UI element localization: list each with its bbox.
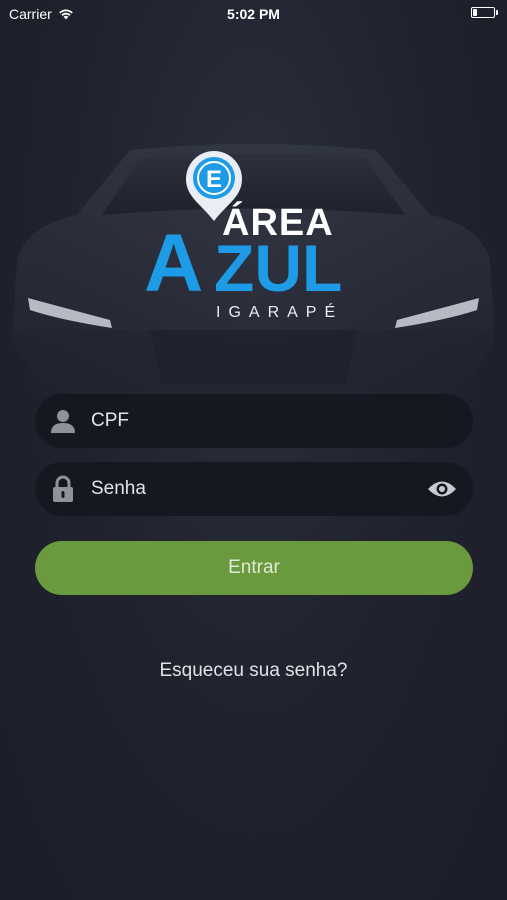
- login-button[interactable]: Entrar: [35, 541, 473, 595]
- logo-line3: IGARAPÉ: [216, 302, 343, 321]
- cpf-field[interactable]: [35, 394, 473, 448]
- logo-marker-letter: E: [206, 166, 222, 193]
- password-input[interactable]: [91, 462, 425, 516]
- area-azul-logo: E ÁREA A ZUL IGARAPÉ: [144, 151, 343, 321]
- battery-icon: [471, 7, 498, 18]
- cpf-input[interactable]: [91, 394, 473, 448]
- forgot-password-link[interactable]: Esqueceu sua senha?: [0, 660, 507, 682]
- status-bar: Carrier 5:02 PM: [0, 0, 507, 28]
- clock: 5:02 PM: [227, 6, 280, 22]
- eye-icon[interactable]: [425, 475, 459, 503]
- logo-line2: ZUL: [214, 231, 342, 305]
- user-icon: [49, 407, 77, 435]
- password-field[interactable]: [35, 462, 473, 516]
- lock-icon: [49, 475, 77, 503]
- logo-big-letter: A: [144, 218, 203, 309]
